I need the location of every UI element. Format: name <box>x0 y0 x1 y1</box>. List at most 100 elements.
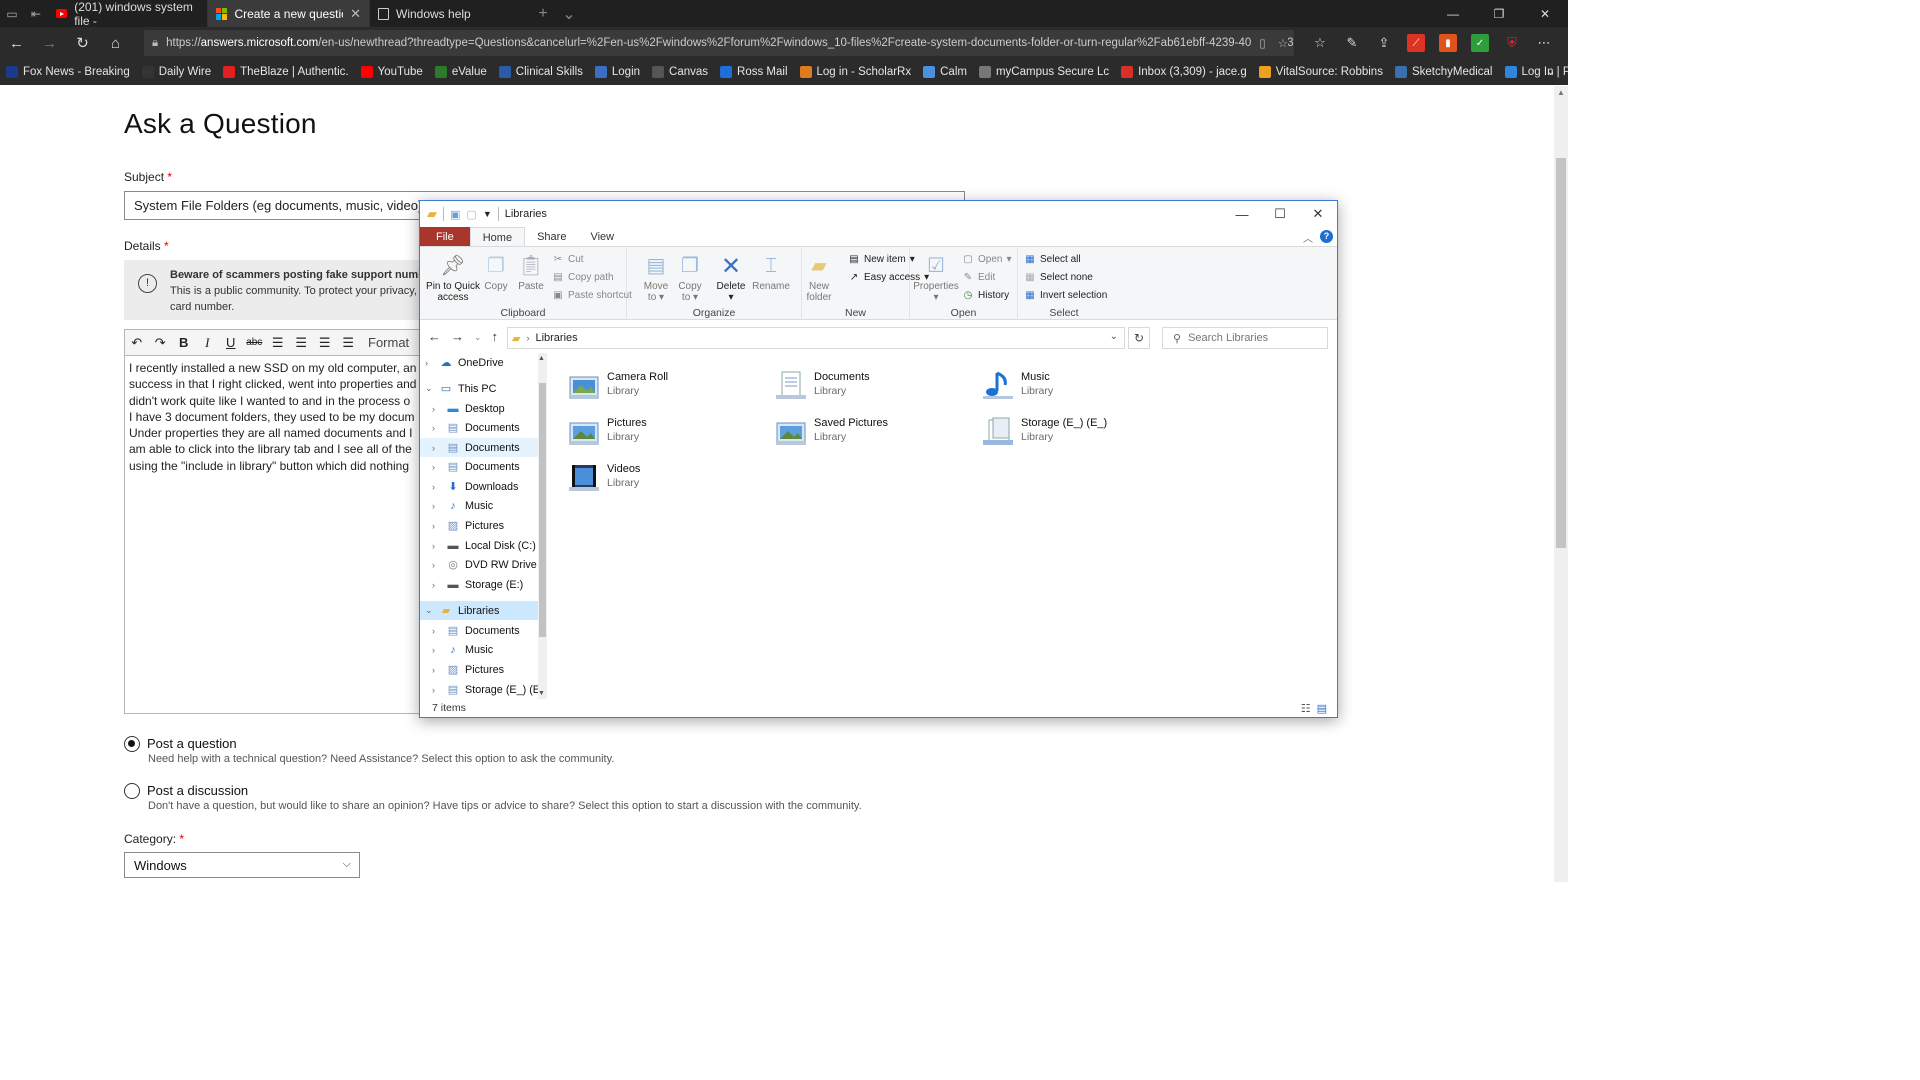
nav-item[interactable]: › ▬ Storage (E:) <box>420 575 538 594</box>
paste-shortcut-button[interactable]: ▣ Paste shortcut <box>552 289 632 301</box>
home-icon[interactable]: ⌂ <box>99 27 132 59</box>
new-tab-icon[interactable]: + <box>530 0 556 27</box>
chevron-down-icon[interactable]: ⌄ <box>425 605 433 616</box>
post-question-radio[interactable] <box>124 736 140 752</box>
chevron-down-icon[interactable]: ⌄ <box>425 383 433 394</box>
details-editor[interactable]: I recently installed a new SSD on my old… <box>124 356 424 714</box>
explorer-maximize-icon[interactable]: ☐ <box>1261 201 1299 227</box>
close-tab-icon[interactable]: ✕ <box>350 6 361 22</box>
undo-icon[interactable]: ↶ <box>125 330 149 356</box>
new-folder-quick-icon[interactable]: ▢ <box>466 208 476 221</box>
tab-youtube[interactable]: (201) windows system file - <box>48 0 208 28</box>
address-dropdown-icon[interactable]: ⌄ <box>1110 331 1118 342</box>
copy-path-button[interactable]: ▤ Copy path <box>552 271 613 283</box>
bookmark-item[interactable]: Daily Wire <box>141 66 211 78</box>
chevron-right-icon[interactable]: › <box>432 462 435 472</box>
nav-item[interactable]: › ▨ Pictures <box>420 660 538 679</box>
bookmark-item[interactable]: Log in - ScholarRx <box>799 66 911 78</box>
more-favorites-icon[interactable]: ⌄ <box>1545 63 1556 79</box>
up-arrow-icon[interactable]: ↑ <box>492 329 499 344</box>
minimize-icon[interactable]: — <box>1430 0 1476 27</box>
chevron-right-icon[interactable]: › <box>432 580 435 590</box>
underline-icon[interactable]: U <box>219 330 243 356</box>
new-folder-button[interactable]: ▰ New folder <box>802 253 836 304</box>
strikethrough-icon[interactable]: abc <box>243 330 267 356</box>
nav-item[interactable]: › ▤ Documents <box>420 418 538 437</box>
breadcrumb-libraries[interactable]: Libraries <box>535 332 577 344</box>
nav-item[interactable]: ⌄ ▰ Libraries <box>420 601 538 620</box>
edit-button[interactable]: ✎ Edit <box>962 271 995 283</box>
forward-arrow-icon[interactable]: → <box>33 27 66 59</box>
category-select[interactable]: Windows ⌵ <box>124 852 360 878</box>
bookmark-item[interactable]: Calm <box>923 66 967 78</box>
tab-file[interactable]: File <box>420 227 470 247</box>
pin-quick-access-button[interactable]: 📌︎ Pin to Quick access <box>424 253 482 304</box>
bookmark-item[interactable]: YouTube <box>360 66 423 78</box>
bookmark-item[interactable]: myCampus Secure Lc <box>978 66 1109 78</box>
bookmark-item[interactable]: TheBlaze | Authentic. <box>223 66 349 78</box>
select-all-button[interactable]: ▦ Select all <box>1024 253 1080 265</box>
bookmark-item[interactable]: eValue <box>434 66 487 78</box>
scrollbar-thumb[interactable] <box>1556 158 1566 548</box>
chevron-right-icon[interactable]: › <box>432 443 435 453</box>
nav-item[interactable]: › ▤ Storage (E_) (E_) <box>420 680 538 699</box>
nav-item[interactable]: › ♪ Music <box>420 640 538 659</box>
tab-actions-icon[interactable]: ▭ <box>0 0 24 27</box>
library-item[interactable]: Music Library <box>981 365 1181 409</box>
check-extension-icon[interactable]: ✓ <box>1471 34 1489 52</box>
explorer-address-bar[interactable]: ▰ › Libraries ⌄ <box>507 327 1125 349</box>
chevron-right-icon[interactable]: › <box>432 665 435 675</box>
history-button[interactable]: ◷ History <box>962 289 1010 301</box>
nav-item[interactable]: › ▤ Documents <box>420 457 538 476</box>
pdf-extension-icon[interactable]: ⟋ <box>1407 34 1425 52</box>
pen-icon[interactable]: ✎ <box>1343 34 1361 52</box>
select-none-button[interactable]: ▦ Select none <box>1024 271 1093 283</box>
nav-scroll-up-icon[interactable]: ▲ <box>538 355 545 362</box>
chevron-right-icon[interactable]: › <box>432 521 435 531</box>
help-icon[interactable]: ? <box>1320 230 1333 243</box>
nav-item[interactable]: › ☁ OneDrive <box>420 353 538 372</box>
nav-item[interactable]: ⌄ ▭ This PC <box>420 379 538 398</box>
explorer-minimize-icon[interactable]: — <box>1223 201 1261 227</box>
open-button[interactable]: ▢ Open ▾ <box>962 253 1011 265</box>
library-item[interactable]: Videos Library <box>567 457 767 501</box>
office-extension-icon[interactable]: ▮ <box>1439 34 1457 52</box>
delete-button[interactable]: ✕ Delete ▾ <box>715 253 747 303</box>
tab-create-question[interactable]: Create a new question c ✕ <box>208 0 370 27</box>
chevron-right-icon[interactable]: › <box>432 482 435 492</box>
chevron-right-icon[interactable]: › <box>432 560 435 570</box>
tab-preview-chevron-icon[interactable]: ⌄ <box>556 0 582 27</box>
chevron-right-icon[interactable]: › <box>432 501 435 511</box>
nav-item[interactable]: › ▤ Documents <box>420 621 538 640</box>
back-arrow-icon[interactable]: ← <box>0 27 33 59</box>
library-item[interactable]: Saved Pictures Library <box>774 411 974 455</box>
copy-to-button[interactable]: ❐ Copy to ▾ <box>675 253 705 304</box>
rename-button[interactable]: ⌶ Rename <box>751 253 791 293</box>
tab-share[interactable]: Share <box>525 227 578 247</box>
chevron-right-icon[interactable]: › <box>432 685 435 695</box>
nav-item[interactable]: › ▬ Desktop <box>420 399 538 418</box>
nav-item[interactable]: › ▨ Pictures <box>420 516 538 535</box>
favorites-icon[interactable]: ☆ <box>1311 34 1329 52</box>
share-icon[interactable]: ⇪ <box>1375 34 1393 52</box>
more-menu-icon[interactable]: ⋯ <box>1535 34 1553 52</box>
collapse-ribbon-icon[interactable]: ︿ <box>1303 230 1313 245</box>
nav-item[interactable]: › ◎ DVD RW Drive (D <box>420 555 538 574</box>
favorite-star-icon[interactable]: ☆ <box>1278 36 1288 50</box>
restore-icon[interactable]: ❐ <box>1476 0 1522 27</box>
nav-scrollbar-thumb[interactable] <box>539 383 546 637</box>
details-view-icon[interactable]: ☷ <box>1301 702 1311 715</box>
bookmark-item[interactable]: SketchyMedical <box>1394 66 1493 78</box>
explorer-forward-icon[interactable]: → <box>451 329 464 344</box>
nav-scroll-down-icon[interactable]: ▼ <box>538 690 545 697</box>
bookmark-item[interactable]: Login <box>594 66 640 78</box>
customize-qat-icon[interactable]: ▼ <box>483 209 492 219</box>
align-center-icon[interactable]: ☰ <box>290 330 314 356</box>
redo-icon[interactable]: ↷ <box>149 330 173 356</box>
bookmark-item[interactable]: Fox News - Breaking <box>6 66 130 78</box>
library-item[interactable]: Storage (E_) (E_) Library <box>981 411 1181 455</box>
set-aside-tabs-icon[interactable]: ⇤ <box>24 0 48 27</box>
chevron-right-icon[interactable]: › <box>432 645 435 655</box>
large-icons-view-icon[interactable]: ▤ <box>1317 702 1327 715</box>
paste-button[interactable]: 📋︎ Paste <box>516 253 546 293</box>
